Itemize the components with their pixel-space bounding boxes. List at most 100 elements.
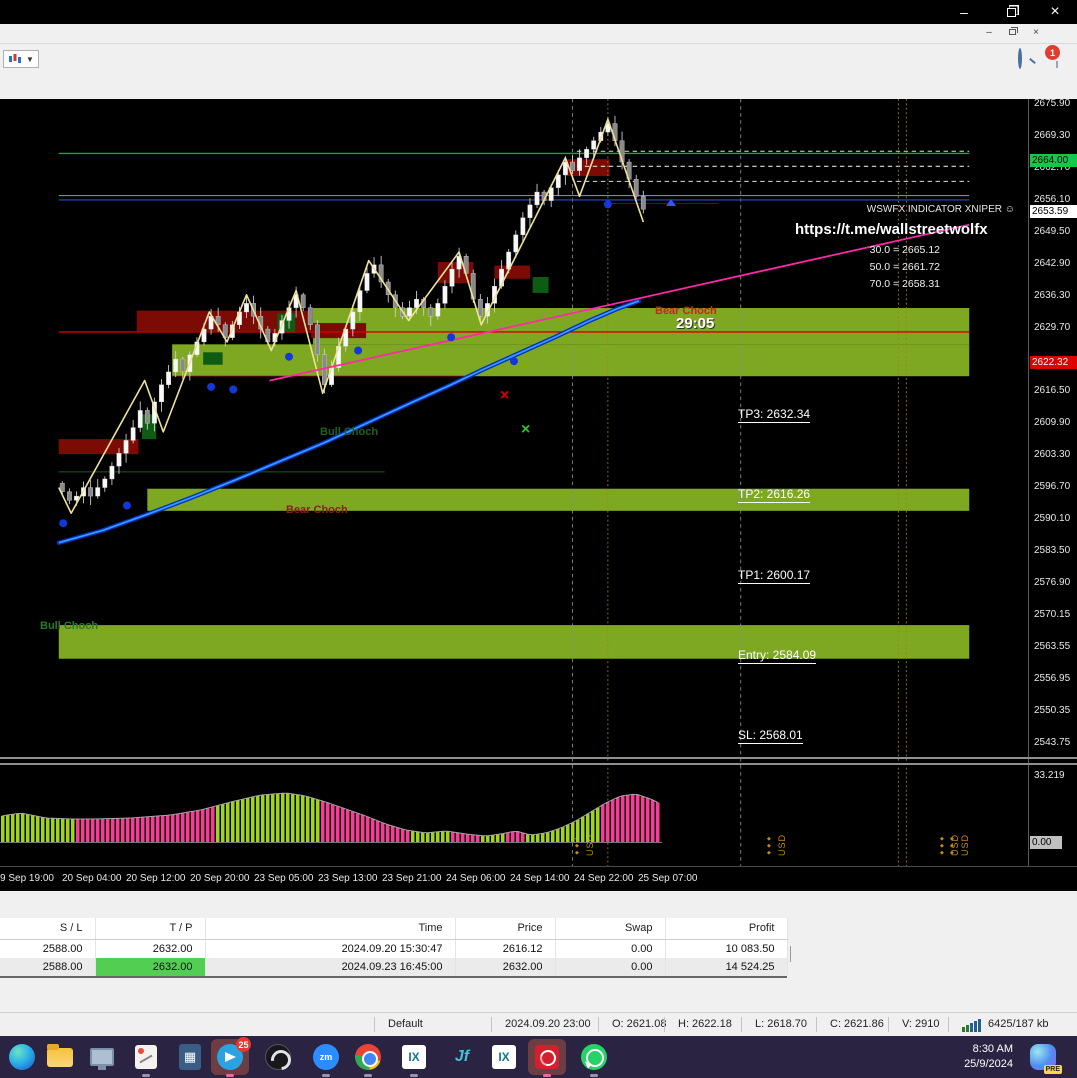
clock-time: 8:30 AM	[964, 1042, 1013, 1057]
candle	[244, 303, 248, 312]
table-header-profit[interactable]: Profit	[665, 918, 787, 939]
broker-app-icon[interactable]	[533, 1043, 561, 1071]
histogram-bar	[396, 828, 400, 842]
telegram-icon[interactable]: 25	[216, 1043, 244, 1071]
arrow-up-marker-icon	[666, 199, 676, 206]
histogram-bar	[86, 819, 90, 842]
table-row[interactable]: 2588.002632.002024.09.23 16:45:002632.00…	[0, 958, 787, 976]
taskbar-clock[interactable]: 8:30 AM 25/9/2024	[964, 1042, 1013, 1072]
pane-splitter-2[interactable]	[0, 763, 1077, 765]
histogram-bar	[606, 802, 610, 842]
price-tick-label: 2583.50	[1034, 545, 1070, 556]
zoom-icon[interactable]: zm	[312, 1043, 340, 1071]
pane-splitter[interactable]	[0, 757, 1077, 759]
signal-zone	[172, 344, 969, 376]
histogram-bar	[226, 803, 230, 842]
signal-dot	[510, 357, 518, 365]
histogram-bar	[486, 836, 490, 842]
price-axis[interactable]: 2675.902669.302662.702656.102649.502642.…	[1028, 99, 1077, 866]
justmarkets-icon[interactable]: Jf	[448, 1043, 476, 1071]
time-tick-label: 23 Sep 21:00	[382, 873, 442, 884]
child-minimize-button[interactable]: –	[981, 26, 997, 40]
table-header-price[interactable]: Price	[455, 918, 555, 939]
minimize-button[interactable]: –	[949, 3, 979, 21]
remote-desktop-icon[interactable]	[88, 1043, 116, 1071]
histogram-bar	[436, 832, 440, 842]
histogram-bar	[621, 796, 625, 842]
histogram-bar	[426, 833, 430, 842]
chart-type-button[interactable]: ▼	[3, 50, 39, 68]
time-tick-label: 9 Sep 19:00	[0, 873, 54, 884]
snipping-tool-icon[interactable]	[132, 1043, 160, 1071]
trading-app-icon[interactable]: IX	[400, 1043, 428, 1071]
windows-taskbar: ▦ 25 zm IX Jf IX 8:30 AM 25/9/2024 PRE	[0, 1036, 1077, 1078]
status-separator	[598, 1017, 599, 1032]
edge-icon[interactable]	[8, 1043, 36, 1071]
histogram-bar	[556, 829, 560, 842]
price-tick-label: 2669.30	[1034, 130, 1070, 141]
histogram-bar	[341, 808, 345, 842]
table-cell: 2616.12	[455, 939, 555, 958]
chrome-icon[interactable]	[354, 1043, 382, 1071]
chart-area[interactable]: 2675.902669.302662.702656.102649.502642.…	[0, 99, 1077, 866]
table-header-tp[interactable]: T / P	[95, 918, 205, 939]
price-tick-label: 2603.30	[1034, 449, 1070, 460]
table-row[interactable]: 2588.002632.002024.09.20 15:30:472616.12…	[0, 939, 787, 958]
histogram-bar	[151, 816, 155, 842]
indicator-max-label: 33.219	[1034, 770, 1065, 781]
candle-countdown-timer: 29:05	[676, 315, 714, 332]
candle	[584, 149, 588, 158]
close-button[interactable]: ×	[1040, 3, 1070, 21]
search-button[interactable]	[1018, 50, 1022, 68]
whatsapp-icon[interactable]	[580, 1043, 608, 1071]
histogram-bar	[391, 826, 395, 842]
trade-history-table[interactable]: S / LT / PTimePriceSwapProfit 2588.00263…	[0, 918, 787, 978]
histogram-bar	[101, 819, 105, 842]
trading-app2-icon[interactable]: IX	[490, 1043, 518, 1071]
histogram-bar	[596, 808, 600, 842]
histogram-bar	[361, 815, 365, 842]
histogram-bar	[496, 834, 500, 842]
file-explorer-icon[interactable]	[46, 1043, 74, 1071]
histogram-bar	[266, 794, 270, 842]
histogram-bar	[116, 818, 120, 842]
copilot-button[interactable]: PRE	[1030, 1044, 1056, 1070]
signal-dot	[354, 347, 362, 355]
status-separator	[664, 1017, 665, 1032]
histogram-bar	[231, 802, 235, 842]
table-header-sl[interactable]: S / L	[0, 918, 95, 939]
restore-button[interactable]	[996, 3, 1026, 21]
trade-level-label: TP1: 2600.17	[738, 568, 810, 584]
histogram-bar	[126, 818, 130, 842]
scroll-handle[interactable]	[790, 946, 791, 962]
histogram-bar	[656, 803, 660, 843]
child-close-button[interactable]: ×	[1028, 26, 1044, 40]
indicator-watermark: WSWFX INDICATOR XNIPER ☺	[867, 204, 1015, 215]
time-axis[interactable]: 9 Sep 19:0020 Sep 04:0020 Sep 12:0020 Se…	[0, 866, 1077, 891]
histogram-bar	[171, 815, 175, 842]
connection-status: 6425/187 kb	[988, 1018, 1049, 1030]
histogram-bar	[296, 795, 300, 842]
histogram-bar	[421, 833, 425, 842]
child-restore-button[interactable]	[1004, 26, 1020, 40]
calculator-icon[interactable]: ▦	[176, 1043, 204, 1071]
status-item: 2024.09.20 23:00	[505, 1018, 591, 1030]
histogram-bar	[506, 833, 510, 842]
histogram-bar	[306, 797, 310, 842]
table-header-time[interactable]: Time	[205, 918, 455, 939]
histogram-bar	[551, 831, 555, 842]
price-tick-label: 2596.70	[1034, 481, 1070, 492]
table-header-swap[interactable]: Swap	[555, 918, 665, 939]
price-tick-label: 2563.55	[1034, 641, 1070, 652]
price-tick-label: 2609.90	[1034, 417, 1070, 428]
open-app-indicator	[226, 1074, 234, 1077]
obs-icon[interactable]	[264, 1043, 292, 1071]
candle	[351, 312, 355, 329]
status-separator	[741, 1017, 742, 1032]
histogram-bar	[456, 833, 460, 842]
signal-dot	[229, 386, 237, 394]
signal-dot	[285, 353, 293, 361]
status-item: Default	[388, 1018, 423, 1030]
candle	[181, 359, 185, 372]
histogram-bar	[161, 816, 165, 842]
